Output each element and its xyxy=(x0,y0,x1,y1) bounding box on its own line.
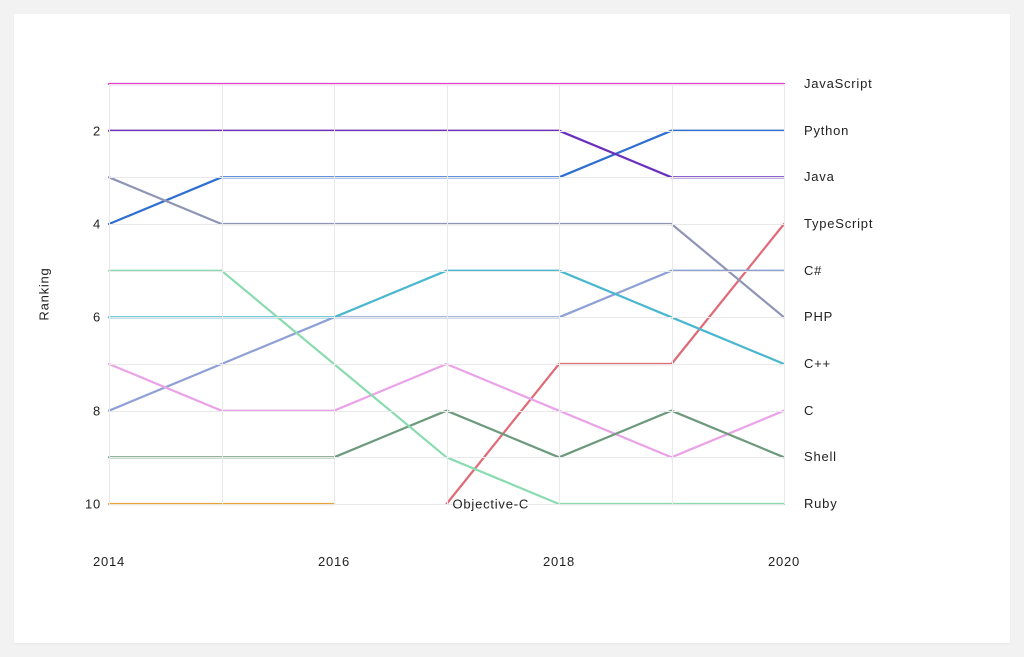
gridline-vertical xyxy=(109,84,110,504)
series-line xyxy=(109,271,784,364)
legend-label: Ruby xyxy=(804,496,837,511)
gridline-vertical xyxy=(222,84,223,504)
gridline-vertical xyxy=(334,84,335,504)
legend-label: Python xyxy=(804,123,849,138)
inline-series-label: Objective-C xyxy=(453,497,530,512)
gridline-vertical xyxy=(447,84,448,504)
series-line xyxy=(109,131,784,178)
legend-label: C++ xyxy=(804,356,831,371)
y-axis-title: Ranking xyxy=(37,267,52,320)
legend-label: JavaScript xyxy=(804,76,873,91)
series-line xyxy=(109,271,784,504)
lines-layer xyxy=(109,84,784,504)
legend-label: Java xyxy=(804,169,835,184)
x-tick-label: 2014 xyxy=(93,554,125,569)
gridline-horizontal xyxy=(109,457,784,458)
series-line xyxy=(109,411,784,458)
plot-area xyxy=(109,84,784,504)
gridline-horizontal xyxy=(109,131,784,132)
gridline-horizontal xyxy=(109,317,784,318)
x-tick-label: 2016 xyxy=(318,554,350,569)
y-tick-label: 4 xyxy=(71,217,101,232)
legend-label: TypeScript xyxy=(804,216,873,231)
y-tick-label: 10 xyxy=(71,497,101,512)
gridline-horizontal xyxy=(109,411,784,412)
legend-label: Shell xyxy=(804,449,837,464)
gridline-vertical xyxy=(784,84,785,504)
legend-label: PHP xyxy=(804,309,833,324)
series-line xyxy=(109,271,784,411)
legend-label: C xyxy=(804,403,814,418)
chart-card: Ranking 2 4 6 8 10 2014 2016 2018 2020 JavaScript… xyxy=(14,14,1010,643)
x-tick-label: 2020 xyxy=(768,554,800,569)
legend-label: C# xyxy=(804,263,822,278)
x-tick-label: 2018 xyxy=(543,554,575,569)
gridline-horizontal xyxy=(109,504,784,505)
series-line xyxy=(447,224,785,504)
gridline-horizontal xyxy=(109,224,784,225)
gridline-horizontal xyxy=(109,84,784,85)
gridline-horizontal xyxy=(109,364,784,365)
gridline-vertical xyxy=(672,84,673,504)
series-line xyxy=(109,177,784,317)
series-line xyxy=(109,364,784,457)
gridline-horizontal xyxy=(109,271,784,272)
y-tick-label: 6 xyxy=(71,310,101,325)
y-tick-label: 2 xyxy=(71,123,101,138)
y-tick-label: 8 xyxy=(71,403,101,418)
series-line xyxy=(109,131,784,224)
gridline-vertical xyxy=(559,84,560,504)
gridline-horizontal xyxy=(109,177,784,178)
